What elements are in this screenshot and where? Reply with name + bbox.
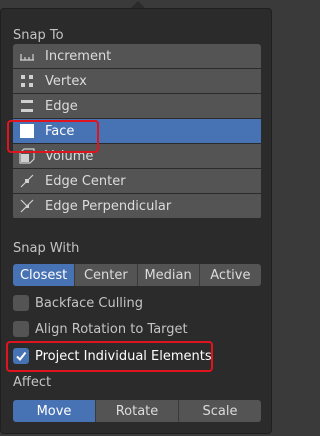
snap-to-volume[interactable]: Volume [13, 144, 261, 168]
snap-with-selector: Closest Center Median Active [13, 264, 261, 286]
affect-scale[interactable]: Scale [179, 400, 261, 422]
snap-to-increment-label: Increment [45, 48, 112, 64]
snap-to-face-label: Face [45, 123, 75, 139]
snap-with-center[interactable]: Center [75, 264, 138, 286]
snap-to-vertex-label: Vertex [45, 73, 87, 89]
project-individual-option[interactable]: Project Individual Elements [13, 346, 212, 366]
affect-selector: Move Rotate Scale [13, 400, 261, 422]
backface-culling-checkbox[interactable] [13, 295, 29, 311]
edge-perpendicular-icon [19, 198, 35, 214]
face-icon [19, 123, 35, 139]
affect-move[interactable]: Move [13, 400, 96, 422]
snap-to-edge-perpendicular[interactable]: Edge Perpendicular [13, 194, 261, 218]
snap-to-edge[interactable]: Edge [13, 94, 261, 118]
edge-center-icon [19, 173, 35, 189]
snap-with-heading: Snap With [13, 241, 80, 256]
project-individual-checkbox[interactable] [13, 348, 29, 364]
snap-to-face[interactable]: Face [13, 119, 261, 143]
align-rotation-checkbox[interactable] [13, 321, 29, 337]
snap-with-median[interactable]: Median [137, 264, 200, 286]
backface-culling-option[interactable]: Backface Culling [13, 293, 143, 313]
snap-to-edge-label: Edge [45, 98, 78, 114]
volume-icon [19, 148, 35, 164]
vertex-icon [19, 73, 35, 89]
backface-culling-label: Backface Culling [35, 295, 144, 311]
snap-to-edge-center[interactable]: Edge Center [13, 169, 261, 193]
snap-to-heading: Snap To [13, 28, 64, 43]
snap-to-volume-label: Volume [45, 148, 94, 164]
project-individual-label: Project Individual Elements [35, 348, 212, 364]
edge-icon [19, 98, 35, 114]
snap-to-list: Increment Vertex Edge Face Volume Edge C… [13, 44, 261, 219]
checkmark-icon [16, 351, 27, 362]
affect-rotate[interactable]: Rotate [96, 400, 179, 422]
affect-heading: Affect [13, 375, 52, 390]
align-rotation-option[interactable]: Align Rotation to Target [13, 319, 188, 339]
snap-to-vertex[interactable]: Vertex [13, 69, 261, 93]
snap-to-edge-center-label: Edge Center [45, 173, 126, 189]
snap-to-increment[interactable]: Increment [13, 44, 261, 68]
snap-with-active[interactable]: Active [199, 264, 261, 286]
align-rotation-label: Align Rotation to Target [35, 321, 188, 337]
increment-icon [19, 48, 35, 64]
snap-with-closest[interactable]: Closest [13, 264, 76, 286]
snap-to-edge-perpendicular-label: Edge Perpendicular [45, 198, 172, 214]
